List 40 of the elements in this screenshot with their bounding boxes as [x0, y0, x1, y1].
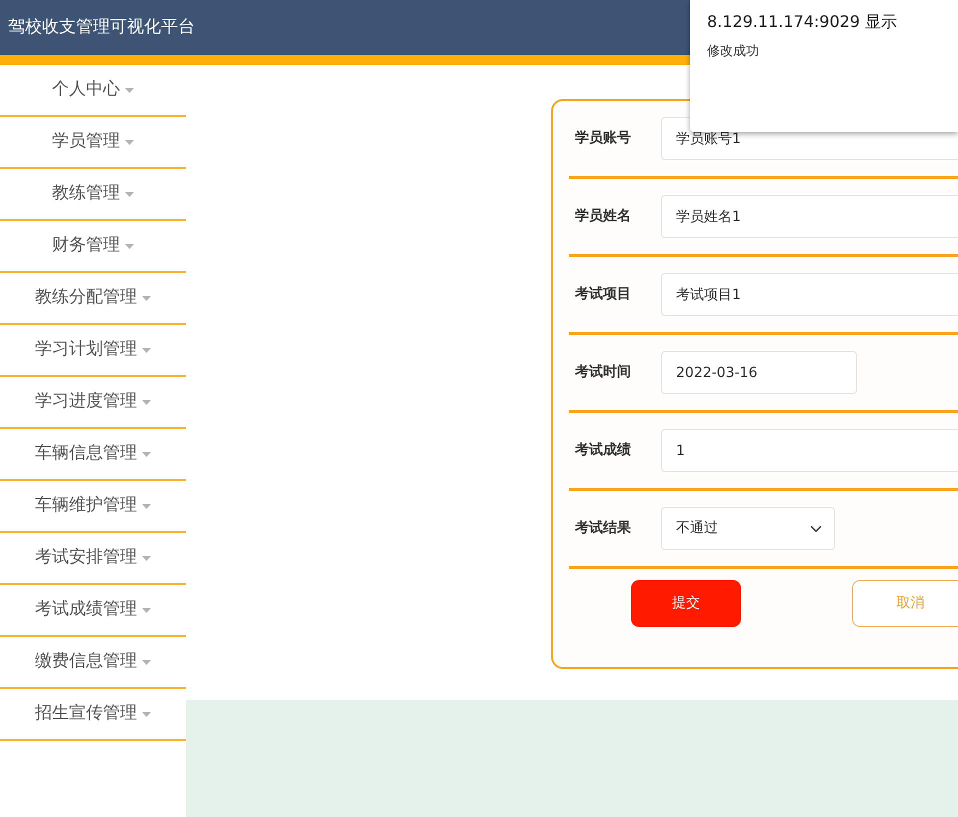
caret-icon	[142, 712, 151, 716]
input-field[interactable]: 1	[661, 429, 958, 472]
input-field[interactable]: 学员姓名1	[661, 195, 958, 238]
caret-icon	[142, 400, 151, 404]
caret-icon	[142, 504, 151, 508]
caret-icon	[125, 244, 134, 248]
caret-icon	[142, 348, 151, 352]
field-label: 考试项目	[575, 285, 632, 304]
caret-icon	[142, 452, 151, 456]
dialog-title: 8.129.11.174:9029 显示	[707, 11, 898, 33]
sidebar-item[interactable]: 学习进度管理	[0, 377, 186, 429]
sidebar-item[interactable]: 车辆维护管理	[0, 481, 186, 533]
sidebar-item[interactable]: 考试成绩管理	[0, 585, 186, 637]
sidebar-item[interactable]: 考试安排管理	[0, 533, 186, 585]
sidebar-item[interactable]: 个人中心	[0, 65, 186, 117]
field-label: 学员账号	[575, 129, 632, 148]
caret-icon	[125, 192, 134, 196]
sidebar-item[interactable]: 财务管理	[0, 221, 186, 273]
date-field[interactable]: 2022-03-16	[661, 351, 857, 394]
sidebar-item[interactable]: 学员管理	[0, 117, 186, 169]
dialog-message: 修改成功	[707, 43, 760, 61]
sidebar-item[interactable]: 车辆信息管理	[0, 429, 186, 481]
field-label: 学员姓名	[575, 207, 632, 226]
caret-icon	[142, 660, 151, 664]
field-label: 考试时间	[575, 363, 632, 382]
sidebar-item[interactable]: 教练管理	[0, 169, 186, 221]
sidebar-item[interactable]: 教练分配管理	[0, 273, 186, 325]
caret-icon	[125, 140, 134, 144]
caret-icon	[142, 556, 151, 560]
sidebar-item[interactable]: 学习计划管理	[0, 325, 186, 377]
sidebar-item[interactable]: 缴费信息管理	[0, 637, 186, 689]
input-field[interactable]: 考试项目1	[661, 273, 958, 316]
caret-icon	[125, 88, 134, 92]
caret-icon	[142, 296, 151, 300]
field-label: 考试结果	[575, 519, 632, 538]
field-label: 考试成绩	[575, 441, 632, 460]
select-field[interactable]: 不通过	[661, 507, 835, 550]
app-title: 驾校收支管理可视化平台	[8, 16, 195, 39]
caret-icon	[142, 608, 151, 612]
submit-button[interactable]: 提交	[631, 580, 741, 627]
